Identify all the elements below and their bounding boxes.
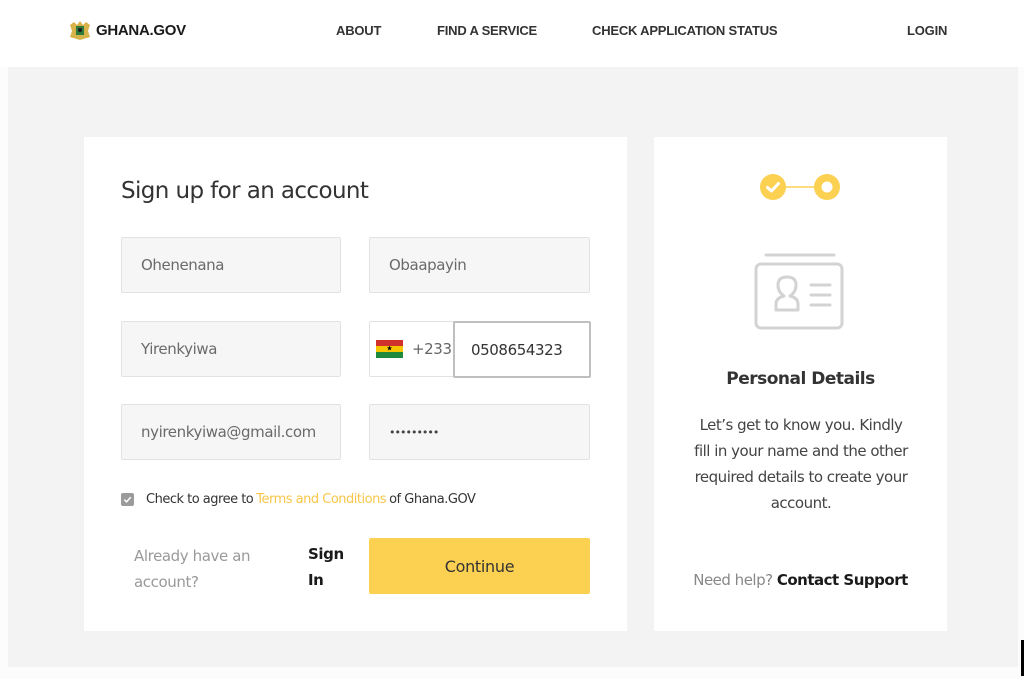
already-have-account-text: Already have an account? bbox=[134, 547, 251, 591]
terms-agreement: Check to agree to Terms and Conditions o… bbox=[121, 492, 476, 507]
terms-suffix: of Ghana.GOV bbox=[389, 492, 476, 507]
terms-and-conditions-link[interactable]: Terms and Conditions bbox=[256, 492, 386, 507]
last-name-field[interactable] bbox=[369, 237, 590, 293]
first-name-field[interactable] bbox=[121, 237, 341, 293]
panel-title: Personal Details bbox=[726, 369, 875, 389]
step-progress bbox=[760, 174, 840, 200]
other-name-input[interactable] bbox=[141, 340, 340, 358]
contact-support-link[interactable]: Contact Support bbox=[777, 571, 908, 589]
ghana-coat-of-arms-icon bbox=[68, 19, 92, 41]
ring-circle-icon bbox=[814, 174, 840, 200]
sign-in-link[interactable]: Sign In bbox=[308, 541, 348, 593]
terms-prefix: Check to agree to bbox=[146, 492, 254, 507]
phone-number-input[interactable] bbox=[471, 340, 589, 359]
terms-checkbox[interactable] bbox=[121, 493, 134, 506]
first-name-input[interactable] bbox=[141, 256, 340, 274]
help-prefix: Need help? bbox=[693, 571, 773, 589]
top-navigation-bar: GHANA.GOV ABOUT FIND A SERVICE CHECK APP… bbox=[0, 0, 1024, 67]
ghana-flag-icon[interactable]: ★ bbox=[376, 340, 403, 358]
country-dial-code[interactable]: +233 bbox=[412, 340, 452, 358]
form-title: Sign up for an account bbox=[121, 178, 369, 204]
check-circle-icon bbox=[760, 174, 786, 200]
id-card-icon bbox=[754, 250, 846, 332]
last-name-input[interactable] bbox=[389, 256, 589, 274]
email-field[interactable] bbox=[121, 404, 341, 460]
password-field[interactable]: ••••••••• bbox=[369, 404, 590, 460]
other-name-field[interactable] bbox=[121, 321, 341, 377]
logo-text: GHANA.GOV bbox=[96, 21, 186, 39]
site-logo[interactable]: GHANA.GOV bbox=[68, 19, 186, 41]
help-text: Need help? Contact Support bbox=[654, 571, 947, 589]
password-input[interactable]: ••••••••• bbox=[389, 426, 439, 439]
email-input[interactable] bbox=[141, 423, 340, 441]
continue-button[interactable]: Continue bbox=[369, 538, 590, 594]
check-icon bbox=[123, 496, 132, 503]
nav-about[interactable]: ABOUT bbox=[336, 23, 381, 38]
nav-check-application-status[interactable]: CHECK APPLICATION STATUS bbox=[592, 23, 778, 38]
phone-number-field[interactable] bbox=[453, 321, 591, 378]
nav-find-a-service[interactable]: FIND A SERVICE bbox=[437, 23, 537, 38]
nav-login[interactable]: LOGIN bbox=[907, 23, 947, 38]
panel-description: Let’s get to know you. Kindly fill in yo… bbox=[694, 416, 908, 512]
phone-field: ★ +233 bbox=[369, 321, 591, 378]
